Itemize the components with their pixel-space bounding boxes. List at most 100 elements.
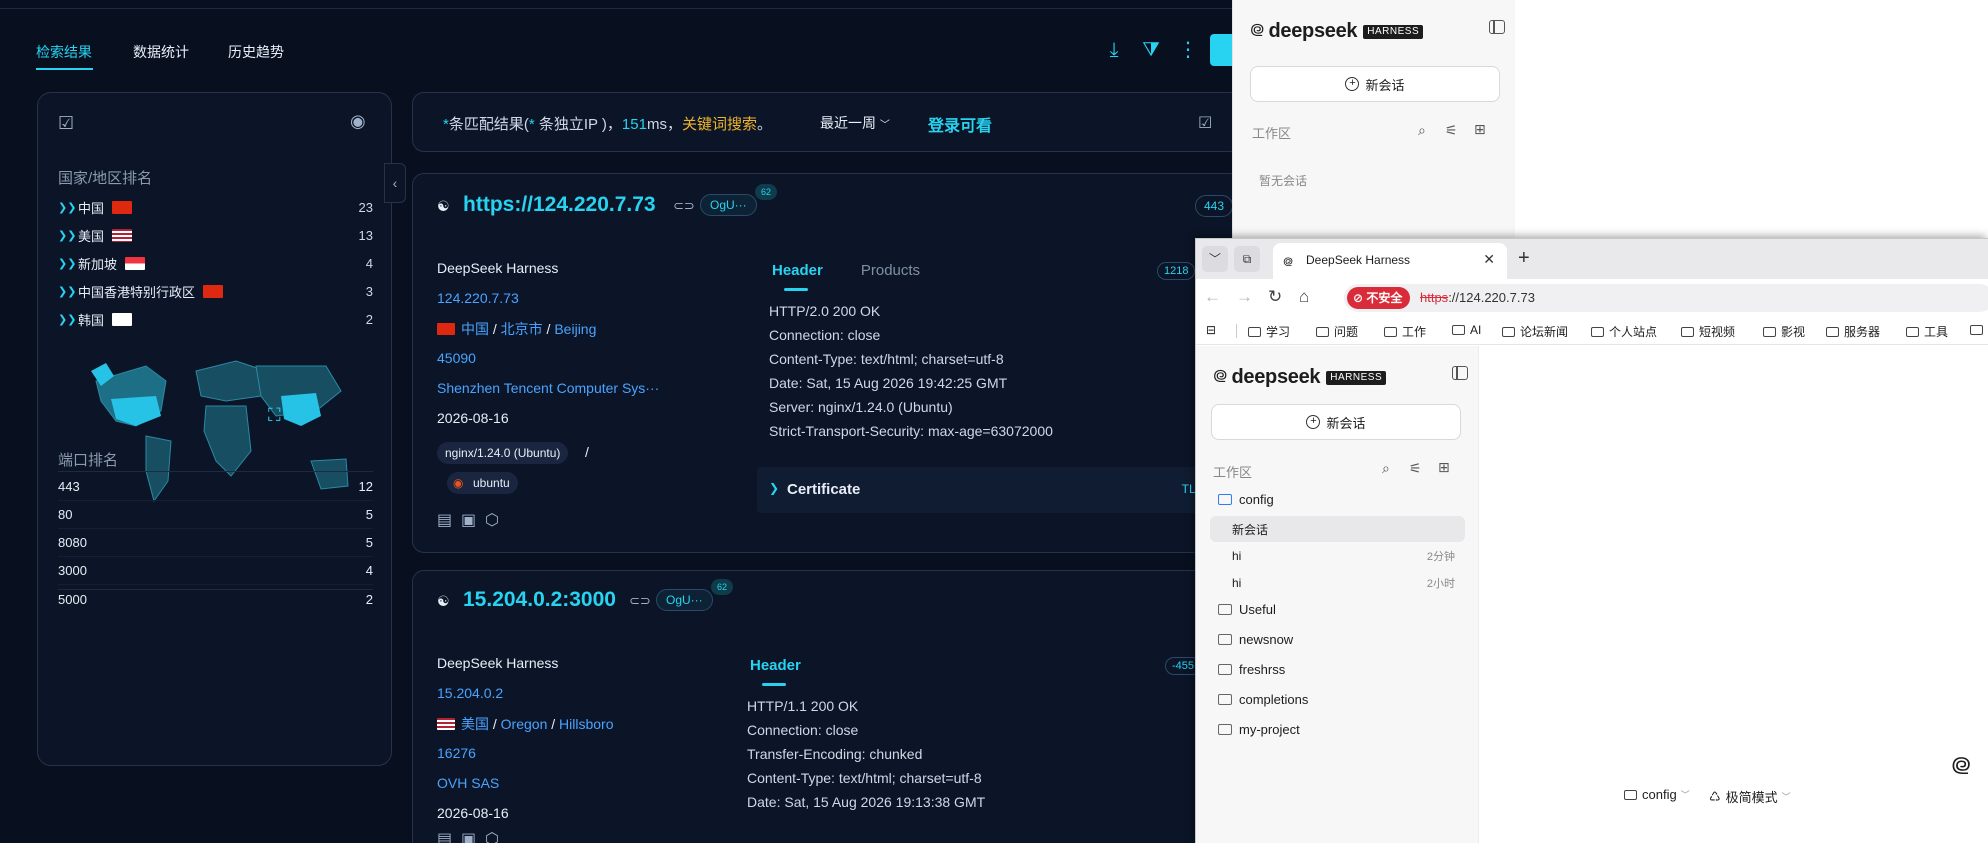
bookmark-folder[interactable]: 工作 [1384,323,1426,340]
port-badge[interactable]: 443 [1195,195,1234,217]
folder-completions[interactable]: completions [1218,692,1308,707]
code-icon[interactable]: ▣ [461,512,476,529]
os-chip[interactable]: ◉ ubuntu [447,472,518,494]
bookmark-folder[interactable]: 影视 [1763,323,1805,340]
eye-icon[interactable]: ◉ [350,111,366,132]
folder-selector[interactable]: config ﹀ [1624,787,1690,802]
reload-icon[interactable]: ↻ [1268,287,1282,307]
bookmark-folder[interactable]: 短视频 [1681,323,1735,340]
port-row[interactable]: 5000 2 [58,585,373,613]
city-link[interactable]: Beijing [554,321,596,337]
close-tab-icon[interactable]: ✕ [1483,251,1495,268]
conversation-item[interactable]: 新会话 [1210,516,1465,542]
region-link[interactable]: Oregon [501,716,548,732]
link-icon[interactable]: ⊂⊃ [673,198,695,214]
result-title-link[interactable]: https://124.220.7.73 [463,193,656,217]
tab-list-icon[interactable]: ﹀ [1202,246,1228,272]
location-links[interactable]: 中国 / 北京市 / Beijing [437,319,596,339]
login-to-view-button[interactable]: 登录可看 [928,112,992,136]
bookmarks-device-icon[interactable]: ⊟ [1206,323,1216,337]
expand-map-icon[interactable]: ⛶ [268,405,281,426]
settings-sliders-icon[interactable]: ⚟ [1409,460,1422,477]
bookmark-folder[interactable]: 工具 [1906,323,1948,340]
search-icon[interactable]: ⌕ [1418,122,1426,139]
checklist-icon[interactable]: ☑ [1198,113,1212,133]
city-link[interactable]: Hillsboro [559,716,613,732]
fingerprint-tag[interactable]: OgU··· [656,589,713,611]
conversation-item[interactable]: hi 2分钟 [1210,543,1465,569]
region-link[interactable]: 北京市 [501,321,543,337]
country-row[interactable]: ❯❯ 韩国 2 [58,307,373,331]
new-chat-button[interactable]: + 新会话 [1211,404,1461,440]
tab-statistics[interactable]: 数据统计 [133,42,189,62]
new-chat-button[interactable]: + 新会话 [1250,66,1500,102]
bookmark-folder[interactable]: 学习 [1248,323,1290,340]
folder-freshrss[interactable]: freshrss [1218,662,1285,677]
ip-link[interactable]: 124.220.7.73 [437,290,519,306]
location-links[interactable]: 美国 / Oregon / Hillsboro [437,714,614,734]
ip-link[interactable]: 15.204.0.2 [437,685,503,701]
tab-search-results[interactable]: 检索结果 [36,42,92,62]
more-vertical-icon[interactable]: ⋮ [1176,38,1200,62]
folder-my-project[interactable]: my-project [1218,722,1300,737]
country-link[interactable]: 美国 [461,716,489,732]
port-row[interactable]: 8080 5 [58,529,373,557]
toggle-sidebar-icon[interactable] [1489,20,1505,34]
forward-icon[interactable]: → [1236,287,1253,307]
tab-history-trend[interactable]: 历史趋势 [228,42,284,62]
country-row[interactable]: ❯❯ 中国 23 [58,195,373,219]
country-row[interactable]: ❯❯ 新加坡 4 [58,251,373,275]
document-icon[interactable]: ▤ [437,512,452,529]
bookmark-folder[interactable]: 论坛新闻 [1502,323,1568,340]
fingerprint-tag[interactable]: OgU··· [700,194,757,216]
new-tab-icon[interactable]: + [1518,247,1530,270]
org-link[interactable]: Shenzhen Tencent Computer Sys··· [437,380,659,396]
keyword-search-link[interactable]: 关键词搜索 [682,116,757,133]
org-link[interactable]: OVH SAS [437,775,499,791]
not-secure-badge[interactable]: ⊘ 不安全 [1347,287,1411,309]
tab-header[interactable]: Header [772,262,823,279]
port-row[interactable]: 3000 4 [58,557,373,585]
workspaces-icon[interactable]: ⧉ [1234,246,1260,272]
filter-icon[interactable]: ⧩ [1139,38,1163,62]
add-folder-icon[interactable]: ⊞ [1438,459,1450,476]
result-title-link[interactable]: 15.204.0.2:3000 [463,588,616,612]
tab-header[interactable]: Header [750,657,801,674]
mode-selector[interactable]: ♺ 极简模式 ﹀ [1709,787,1791,806]
country-row[interactable]: ❯❯ 中国香港特别行政区 3 [58,279,373,303]
certificate-section[interactable]: ❯ Certificate TLS 1. [757,467,1227,513]
document-icon[interactable]: ▤ [437,831,452,843]
folder-config[interactable]: config [1218,492,1274,507]
port-row[interactable]: 443 12 [58,473,373,501]
toggle-sidebar-icon[interactable] [1452,366,1468,380]
folder-useful[interactable]: Useful [1218,602,1276,617]
product-chip[interactable]: nginx/1.24.0 (Ubuntu) [437,442,569,464]
download-icon[interactable]: ⤓ [1102,38,1126,62]
bookmark-folder[interactable]: AI [1452,323,1481,337]
bookmark-folder[interactable]: 个人站点 [1591,323,1657,340]
search-icon[interactable]: ⌕ [1382,460,1390,477]
folder-newsnow[interactable]: newsnow [1218,632,1293,647]
bookmark-folder[interactable]: 问题 [1316,323,1358,340]
cube-icon[interactable]: ⬡ [485,831,499,843]
bookmark-folder-partial[interactable] [1970,323,1988,337]
country-row[interactable]: ❯❯ 美国 13 [58,223,373,247]
link-icon[interactable]: ⊂⊃ [629,593,651,609]
home-icon[interactable]: ⌂ [1299,287,1309,307]
code-icon[interactable]: ▣ [461,831,476,843]
settings-sliders-icon[interactable]: ⚟ [1445,122,1458,139]
collapse-panel-button[interactable]: ‹ [384,163,406,203]
asn-link[interactable]: 16276 [437,745,476,761]
asn-link[interactable]: 45090 [437,350,476,366]
cube-icon[interactable]: ⬡ [485,512,499,529]
time-range-select[interactable]: 最近一周 ﹀ [820,113,890,133]
browser-tab[interactable]: ᪤ DeepSeek Harness ✕ [1273,243,1507,279]
back-icon[interactable]: ← [1204,287,1221,307]
add-folder-icon[interactable]: ⊞ [1474,121,1486,138]
conversation-item[interactable]: hi 2小时 [1210,570,1465,596]
tab-products[interactable]: Products [861,262,920,279]
bookmark-folder[interactable]: 服务器 [1826,323,1880,340]
port-row[interactable]: 80 5 [58,501,373,529]
url-field[interactable]: ⊘ 不安全 https://124.220.7.73 [1344,284,1988,312]
country-link[interactable]: 中国 [461,321,489,337]
